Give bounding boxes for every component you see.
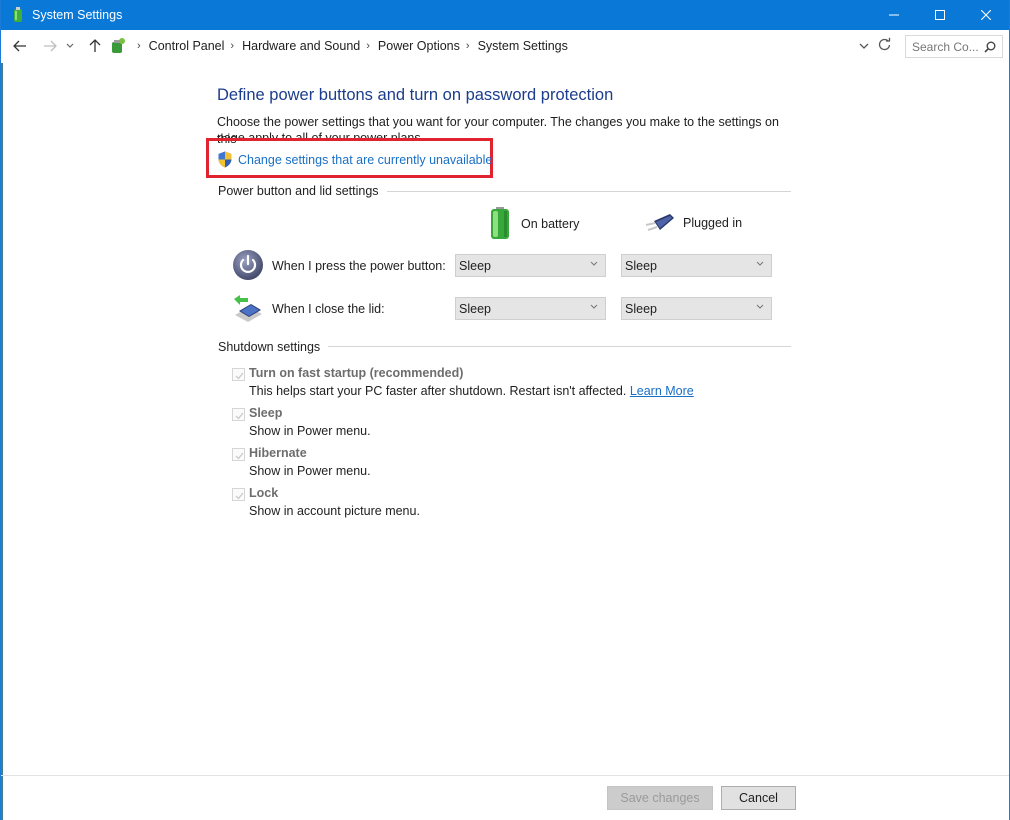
breadcrumb-system-settings[interactable]: System Settings — [478, 39, 568, 53]
address-bar[interactable]: › Control Panel › Hardware and Sound › P… — [107, 35, 877, 57]
breadcrumb-hardware-and-sound[interactable]: Hardware and Sound — [242, 39, 360, 53]
close-button[interactable] — [963, 0, 1009, 30]
back-button[interactable] — [9, 35, 31, 57]
change-settings-label: Change settings that are currently unava… — [238, 152, 493, 167]
title-bar: System Settings — [1, 0, 1009, 30]
hibernate-checkbox[interactable] — [232, 448, 245, 461]
lock-checkbox[interactable] — [232, 488, 245, 501]
chevron-down-icon — [590, 261, 598, 266]
breadcrumb-separator: › — [465, 40, 470, 52]
navigation-bar: › Control Panel › Hardware and Sound › P… — [1, 30, 1009, 63]
checkmark-icon — [235, 492, 244, 500]
fast-startup-description-text: This helps start your PC faster after sh… — [249, 384, 627, 398]
footer-divider — [1, 775, 1009, 776]
hibernate-description: Show in Power menu. — [249, 464, 371, 478]
forward-button[interactable] — [39, 35, 61, 57]
sleep-title: Sleep — [249, 406, 283, 420]
chevron-down-icon — [756, 304, 764, 309]
selected-value: Sleep — [459, 258, 491, 273]
minimize-icon — [889, 14, 899, 16]
breadcrumb-separator: › — [230, 40, 235, 52]
fast-startup-description: This helps start your PC faster after sh… — [249, 384, 694, 398]
breadcrumb-power-options[interactable]: Power Options — [378, 39, 460, 53]
laptop-lid-icon — [232, 293, 264, 325]
power-button-plugged-in-select[interactable]: Sleep — [621, 254, 772, 277]
power-options-icon — [11, 7, 25, 23]
maximize-button[interactable] — [917, 0, 963, 30]
shutdown-section-label: Shutdown settings — [218, 340, 329, 354]
selected-value: Sleep — [625, 258, 657, 273]
close-lid-on-battery-select[interactable]: Sleep — [455, 297, 606, 320]
maximize-icon — [935, 10, 945, 20]
breadcrumb-control-panel[interactable]: Control Panel — [149, 39, 225, 53]
close-lid-label: When I close the lid: — [272, 302, 385, 316]
arrow-left-icon — [13, 40, 26, 52]
system-settings-window: System Settings › Control Panel › Hardwa… — [0, 0, 1010, 820]
search-placeholder: Search Co... — [912, 39, 979, 54]
close-lid-plugged-in-select[interactable]: Sleep — [621, 297, 772, 320]
checkmark-icon — [235, 412, 244, 420]
chevron-down-icon — [590, 304, 598, 309]
arrow-right-icon — [44, 40, 57, 52]
close-icon — [981, 10, 991, 20]
selected-value: Sleep — [459, 301, 491, 316]
lock-title: Lock — [249, 486, 279, 500]
page-heading: Define power buttons and turn on passwor… — [217, 86, 614, 104]
change-settings-link[interactable]: Change settings that are currently unava… — [217, 151, 492, 168]
minimize-button[interactable] — [871, 0, 917, 30]
power-button-label: When I press the power button: — [272, 259, 446, 273]
chevron-down-icon — [66, 43, 74, 48]
content-area: Define power buttons and turn on passwor… — [1, 63, 1009, 775]
sleep-checkbox[interactable] — [232, 408, 245, 421]
search-icon — [984, 41, 996, 53]
arrow-up-icon — [89, 39, 101, 52]
refresh-button[interactable] — [878, 37, 891, 54]
learn-more-link[interactable]: Learn More — [630, 384, 694, 398]
fast-startup-title: Turn on fast startup (recommended) — [249, 366, 464, 380]
on-battery-label: On battery — [521, 216, 580, 231]
checkmark-icon — [235, 372, 244, 380]
address-history-dropdown[interactable] — [859, 39, 869, 53]
column-plugged-in: Plugged in — [644, 213, 742, 233]
battery-icon — [491, 207, 509, 239]
power-plug-icon — [645, 214, 674, 231]
breadcrumb-separator: › — [366, 40, 370, 52]
uac-shield-icon — [218, 151, 232, 168]
power-section-label: Power button and lid settings — [218, 184, 387, 198]
plugged-in-label: Plugged in — [683, 216, 743, 230]
chevron-down-icon — [756, 261, 764, 266]
power-button-on-battery-select[interactable]: Sleep — [455, 254, 606, 277]
save-changes-button[interactable]: Save changes — [607, 786, 713, 810]
column-on-battery: On battery — [489, 207, 579, 240]
cancel-button[interactable]: Cancel — [721, 786, 796, 810]
checkmark-icon — [235, 452, 244, 460]
lock-description: Show in account picture menu. — [249, 504, 420, 518]
recent-locations-button[interactable] — [63, 35, 77, 57]
sleep-description: Show in Power menu. — [249, 424, 371, 438]
up-button[interactable] — [84, 35, 106, 57]
hibernate-title: Hibernate — [249, 446, 307, 460]
selected-value: Sleep — [625, 301, 657, 316]
refresh-icon — [878, 37, 891, 51]
control-panel-icon — [109, 37, 127, 55]
search-input[interactable]: Search Co... — [905, 35, 1003, 58]
power-button-icon — [232, 249, 264, 281]
window-title: System Settings — [32, 8, 123, 22]
fast-startup-checkbox[interactable] — [232, 368, 245, 381]
chevron-down-icon — [859, 43, 869, 49]
breadcrumb-separator: › — [137, 40, 141, 52]
